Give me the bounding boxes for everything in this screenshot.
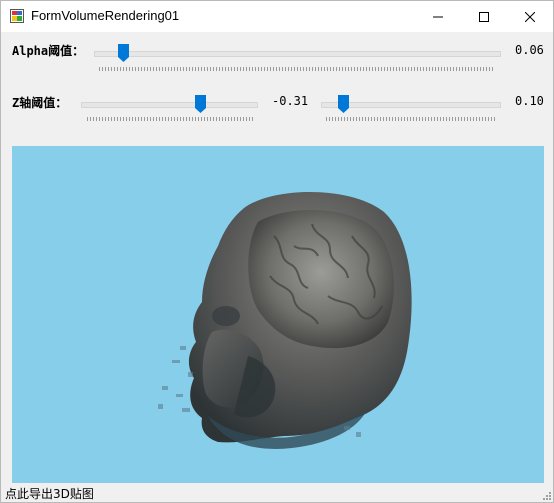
window-title: FormVolumeRendering01 (31, 8, 180, 23)
alpha-slider-track[interactable] (94, 51, 501, 57)
z-axis-slider-track[interactable] (81, 102, 258, 108)
minimize-icon (433, 16, 443, 17)
z-axis-value: -0.31 (272, 94, 309, 108)
z-axis-second-slider-ticks (326, 117, 496, 121)
maximize-icon (479, 11, 489, 22)
app-icon (10, 9, 24, 23)
maximize-button[interactable] (461, 1, 507, 32)
z-axis-second-value: 0.10 (515, 94, 544, 108)
z-axis-second-slider-thumb[interactable] (337, 95, 349, 113)
close-button[interactable] (507, 1, 553, 32)
z-axis-slider-thumb[interactable] (194, 95, 206, 113)
alpha-slider-ticks (99, 67, 495, 71)
main-window: FormVolumeRendering01 Alpha阈值： 0.06 Z轴阈值… (0, 0, 554, 503)
volume-rendered-head (158, 191, 412, 449)
export-3d-texture-link[interactable]: 点此导出3D贴图 (5, 485, 94, 502)
alpha-slider-thumb[interactable] (117, 44, 129, 62)
z-axis-label: Z轴阈值： (12, 96, 68, 110)
alpha-value: 0.06 (515, 43, 544, 57)
status-bar: 点此导出3D贴图 (1, 483, 553, 502)
title-bar[interactable]: FormVolumeRendering01 (1, 1, 553, 32)
resize-grip-icon[interactable] (541, 490, 551, 500)
alpha-label: Alpha阈值： (12, 44, 85, 58)
z-axis-slider-ticks (87, 117, 253, 121)
render-viewport[interactable] (12, 146, 544, 483)
close-icon (525, 11, 535, 22)
minimize-button[interactable] (415, 1, 461, 32)
